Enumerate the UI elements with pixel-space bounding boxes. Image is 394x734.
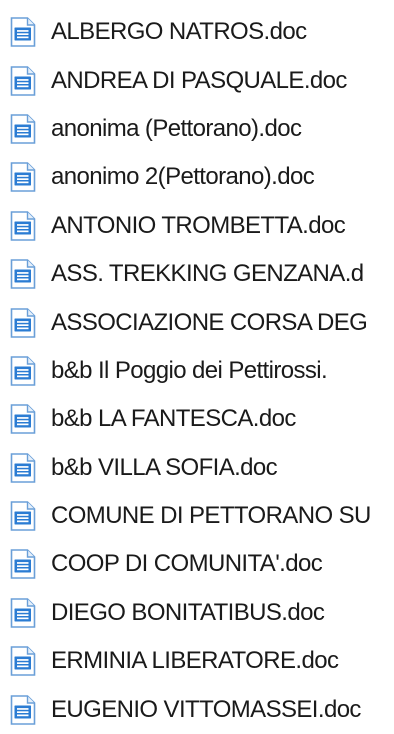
file-name: ANDREA DI PASQUALE.doc	[51, 66, 347, 94]
file-name: COMUNE DI PETTORANO SU	[51, 502, 371, 530]
file-item[interactable]: COOP DI COMUNITA'.doc	[0, 540, 394, 588]
file-item[interactable]: EUGENIO VITTOMASSEI.doc	[0, 685, 394, 733]
file-item[interactable]: ANDREA DI PASQUALE.doc	[0, 56, 394, 104]
file-item[interactable]: ALBERGO NATROS.doc	[0, 8, 394, 56]
word-document-icon	[9, 549, 36, 580]
file-item[interactable]: DIEGO BONITATIBUS.doc	[0, 589, 394, 637]
file-item[interactable]: ASSOCIAZIONE CORSA DEG	[0, 298, 394, 346]
word-document-icon	[9, 355, 36, 386]
file-name: ASS. TREKKING GENZANA.d	[51, 260, 364, 288]
word-document-icon	[9, 501, 36, 532]
word-document-icon	[9, 17, 36, 48]
file-list: ALBERGO NATROS.doc ANDREA DI PASQUALE.do…	[0, 8, 394, 734]
word-document-icon	[9, 210, 36, 241]
word-document-icon	[9, 404, 36, 435]
file-item[interactable]: ANTONIO TROMBETTA.doc	[0, 202, 394, 250]
file-name: ALBERGO NATROS.doc	[51, 18, 307, 46]
file-name: b&b LA FANTESCA.doc	[51, 405, 296, 433]
file-item[interactable]: ASS. TREKKING GENZANA.d	[0, 250, 394, 298]
word-document-icon	[9, 694, 36, 725]
word-document-icon	[9, 259, 36, 290]
file-item[interactable]: anonimo 2(Pettorano).doc	[0, 153, 394, 201]
file-name: anonimo 2(Pettorano).doc	[51, 163, 315, 191]
file-item[interactable]: b&b LA FANTESCA.doc	[0, 395, 394, 443]
word-document-icon	[9, 113, 36, 144]
file-name: b&b Il Poggio dei Pettirossi.	[51, 356, 328, 384]
word-document-icon	[9, 646, 36, 677]
file-name: ASSOCIAZIONE CORSA DEG	[51, 308, 368, 336]
word-document-icon	[9, 162, 36, 193]
file-name: EUGENIO VITTOMASSEI.doc	[51, 695, 361, 723]
file-item[interactable]: ERMINIA LIBERATORE.doc	[0, 637, 394, 685]
file-name: b&b VILLA SOFIA.doc	[51, 453, 278, 481]
word-document-icon	[9, 452, 36, 483]
file-item[interactable]: b&b Il Poggio dei Pettirossi.	[0, 347, 394, 395]
file-name: ERMINIA LIBERATORE.doc	[51, 647, 339, 675]
file-name: anonima (Pettorano).doc	[51, 114, 302, 142]
word-document-icon	[9, 307, 36, 338]
file-item[interactable]: b&b VILLA SOFIA.doc	[0, 444, 394, 492]
file-name: ANTONIO TROMBETTA.doc	[51, 211, 346, 239]
file-item[interactable]: COMUNE DI PETTORANO SU	[0, 492, 394, 540]
word-document-icon	[9, 65, 36, 96]
word-document-icon	[9, 597, 36, 628]
file-name: COOP DI COMUNITA'.doc	[51, 550, 323, 578]
file-name: DIEGO BONITATIBUS.doc	[51, 598, 325, 626]
file-item[interactable]: anonima (Pettorano).doc	[0, 105, 394, 153]
